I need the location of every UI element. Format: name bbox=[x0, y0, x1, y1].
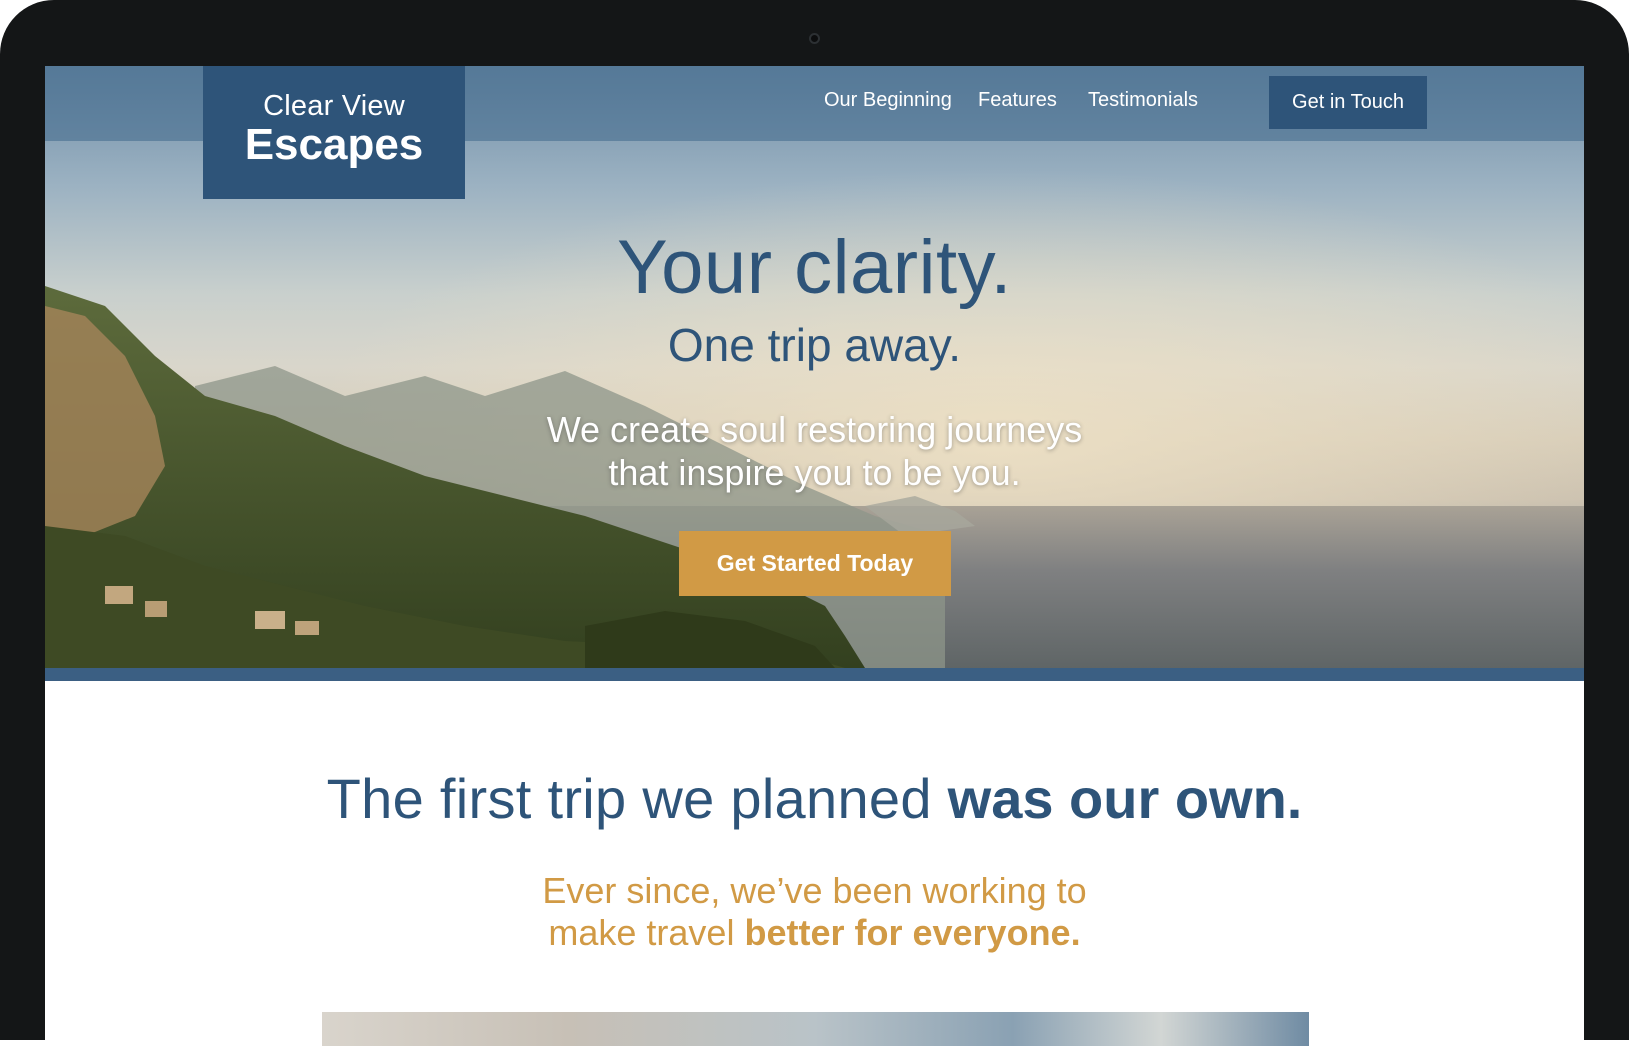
nav-link-our-beginning[interactable]: Our Beginning bbox=[824, 89, 952, 112]
get-started-button[interactable]: Get Started Today bbox=[679, 531, 951, 596]
about-subheading: Ever since, we’ve been working to make t… bbox=[45, 870, 1584, 954]
get-in-touch-button[interactable]: Get in Touch bbox=[1269, 76, 1427, 129]
about-photo bbox=[322, 1012, 1309, 1046]
brand-name-line1: Clear View bbox=[263, 90, 405, 122]
brand-name-line2: Escapes bbox=[244, 120, 424, 169]
nav-link-features[interactable]: Features bbox=[978, 89, 1057, 112]
about-sub-line2-light: make travel bbox=[548, 912, 745, 953]
hero-tagline: We create soul restoring journeys that i… bbox=[45, 408, 1584, 494]
about-heading-light: The first trip we planned bbox=[326, 767, 948, 830]
about-sub-line1: Ever since, we’ve been working to bbox=[542, 870, 1087, 911]
hero-tagline-line1: We create soul restoring journeys bbox=[546, 409, 1083, 450]
nav-link-testimonials[interactable]: Testimonials bbox=[1088, 89, 1198, 112]
about-heading: The first trip we planned was our own. bbox=[45, 766, 1584, 831]
brand-logo[interactable]: Clear View Escapes bbox=[203, 66, 465, 199]
hero-tagline-line2: that inspire you to be you. bbox=[608, 452, 1021, 493]
about-sub-line2-bold: better for everyone. bbox=[744, 912, 1081, 953]
about-heading-bold: was our own. bbox=[947, 767, 1303, 830]
laptop-frame: Clear View Escapes Our Beginning Feature… bbox=[0, 0, 1629, 1046]
hero-title: Your clarity. bbox=[616, 225, 1013, 310]
hero-subtitle: One trip away. bbox=[667, 319, 962, 371]
webcam-icon bbox=[809, 33, 820, 44]
hero-section: Clear View Escapes Our Beginning Feature… bbox=[45, 66, 1584, 668]
hero-divider bbox=[45, 668, 1584, 681]
browser-viewport: Clear View Escapes Our Beginning Feature… bbox=[45, 66, 1584, 1046]
about-sub-line2: make travel better for everyone. bbox=[45, 912, 1584, 954]
